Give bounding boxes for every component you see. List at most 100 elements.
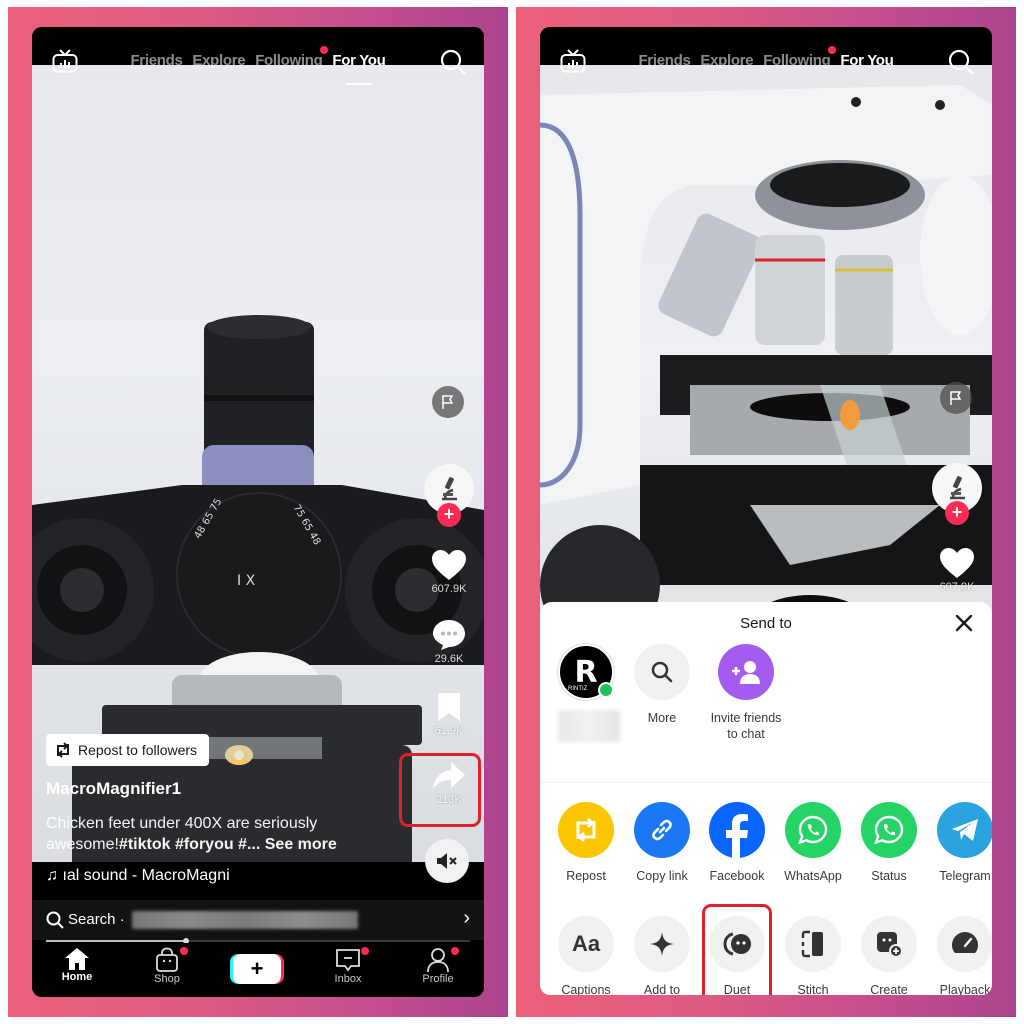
notification-dot — [451, 947, 459, 955]
action-playback-speed[interactable]: Playbackspeed — [928, 916, 992, 995]
caption-hashtags[interactable]: #tiktok #foryou #... — [119, 836, 260, 853]
video-player[interactable] — [540, 65, 992, 665]
telegram-icon — [952, 819, 978, 841]
comment-button[interactable]: 29.6K — [419, 619, 479, 665]
mute-button[interactable] — [425, 839, 469, 883]
share-sheet-title: Send to — [740, 615, 792, 632]
action-create-sticker[interactable]: Createsticker — [852, 916, 926, 995]
save-button[interactable]: 61.9K — [419, 691, 479, 737]
top-navigation: Friends Explore Following For You — [32, 27, 484, 97]
nav-home-label: Home — [61, 971, 93, 983]
chevron-right-icon: › — [463, 907, 470, 929]
invite-label-line2: to chat — [727, 727, 765, 741]
share-whatsapp[interactable]: WhatsApp — [776, 802, 850, 884]
heart-icon — [432, 550, 466, 580]
sound-name: ıal sound - MacroMagni — [62, 867, 230, 884]
nav-profile[interactable]: Profile — [403, 947, 473, 985]
nav-shop[interactable]: Shop — [132, 947, 202, 985]
nav-home[interactable]: Home — [42, 947, 112, 983]
copy-link-label: Copy link — [636, 869, 688, 883]
top-navigation: Friends Explore Following For You — [540, 27, 992, 97]
share-repost[interactable]: Repost — [549, 802, 623, 884]
stitch-icon — [801, 930, 823, 958]
notification-dot — [361, 947, 369, 955]
more-contacts-button[interactable]: More — [625, 644, 699, 726]
repost-to-followers-chip[interactable]: Repost to followers — [46, 734, 210, 766]
tab-for-you[interactable]: For You — [332, 52, 385, 69]
search-label: Search · — [68, 911, 125, 928]
nav-profile-label: Profile — [422, 973, 454, 985]
tab-explore[interactable]: Explore — [700, 52, 753, 69]
tab-following[interactable]: Following — [763, 46, 837, 69]
create-post-button[interactable]: + — [233, 954, 281, 984]
share-whatsapp-status[interactable]: Status — [852, 802, 926, 884]
bottom-navigation: Home Shop + Inbox Profile — [32, 943, 484, 997]
nav-shop-label: Shop — [154, 973, 180, 985]
repost-label: Repost — [566, 869, 606, 883]
comment-count: 29.6K — [434, 653, 464, 665]
home-icon — [65, 948, 89, 970]
shopping-bag-icon — [156, 947, 178, 972]
report-button[interactable] — [940, 382, 972, 414]
tab-friends[interactable]: Friends — [130, 52, 182, 69]
tab-following[interactable]: Following — [255, 46, 329, 69]
video-frame-microscope-closeup — [540, 85, 992, 655]
see-more-link[interactable]: See more — [265, 836, 337, 853]
action-add-to-story[interactable]: Add toStory — [625, 916, 699, 995]
blurred-contact-name — [558, 710, 620, 742]
divider — [540, 782, 992, 783]
tab-friends[interactable]: Friends — [638, 52, 690, 69]
avatar-letter: R — [574, 654, 598, 690]
creator-username[interactable]: MacroMagnifier1 — [46, 779, 181, 799]
duet-highlight-box — [702, 904, 772, 995]
invite-friends-button[interactable]: Invite friends to chat — [706, 644, 786, 742]
like-button[interactable]: 607.9K — [419, 549, 479, 595]
report-button[interactable] — [432, 386, 464, 418]
follow-plus-button[interactable]: + — [945, 501, 969, 525]
repost-icon — [57, 742, 69, 758]
blurred-search-query — [132, 911, 358, 929]
share-button-highlight — [399, 753, 481, 827]
action-captions[interactable]: Aa Captions — [549, 916, 623, 995]
online-status-dot — [598, 682, 614, 698]
video-progress-bar[interactable] — [46, 938, 470, 944]
nav-inbox[interactable]: Inbox — [313, 947, 383, 985]
phone-screen-right: Friends Explore Following For You + 607.… — [540, 27, 992, 995]
tab-explore[interactable]: Explore — [192, 52, 245, 69]
search-icon[interactable] — [440, 49, 466, 75]
share-telegram[interactable]: Telegram — [928, 802, 992, 884]
feed-tabs: Friends Explore Following For You — [540, 46, 992, 69]
search-icon — [651, 661, 673, 683]
invite-friends-label: Invite friends to chat — [711, 710, 782, 742]
avatar-subtext: RINTIZ — [568, 686, 588, 692]
sound-label[interactable]: ♫ ıal sound - MacroMagni — [46, 867, 230, 885]
share-facebook[interactable]: Facebook — [700, 802, 774, 884]
speaker-muted-icon — [437, 853, 457, 869]
whatsapp-status-icon — [874, 815, 904, 845]
repost-icon — [576, 817, 596, 843]
stitch-label: Stitch — [797, 983, 829, 995]
nav-inbox-label: Inbox — [334, 973, 362, 985]
like-button[interactable]: 607.9K — [927, 547, 987, 593]
search-suggestion-bar[interactable]: Search · › — [32, 900, 484, 940]
create-icon: + — [250, 956, 264, 981]
phone-screen-left: I X 48 65 75 75 65 48 Friends Explore Fo… — [32, 27, 484, 997]
notification-dot — [180, 947, 188, 955]
tab-following-label: Following — [763, 52, 831, 69]
close-icon[interactable] — [954, 613, 974, 633]
search-icon[interactable] — [948, 49, 974, 75]
microscope-icon — [442, 477, 457, 501]
whatsapp-label: WhatsApp — [784, 869, 842, 883]
music-note-icon: ♫ — [46, 867, 63, 884]
follow-plus-button[interactable]: + — [437, 503, 461, 527]
active-tab-indicator — [346, 83, 372, 85]
flag-icon — [442, 395, 454, 409]
notification-dot — [320, 46, 329, 54]
captions-label: Captions — [561, 983, 611, 995]
profile-icon — [427, 948, 449, 973]
share-copy-link[interactable]: Copy link — [625, 802, 699, 884]
action-stitch[interactable]: Stitch — [776, 916, 850, 995]
inbox-icon — [336, 949, 360, 972]
tab-for-you[interactable]: For You — [840, 52, 893, 69]
status-label: Status — [871, 869, 907, 883]
